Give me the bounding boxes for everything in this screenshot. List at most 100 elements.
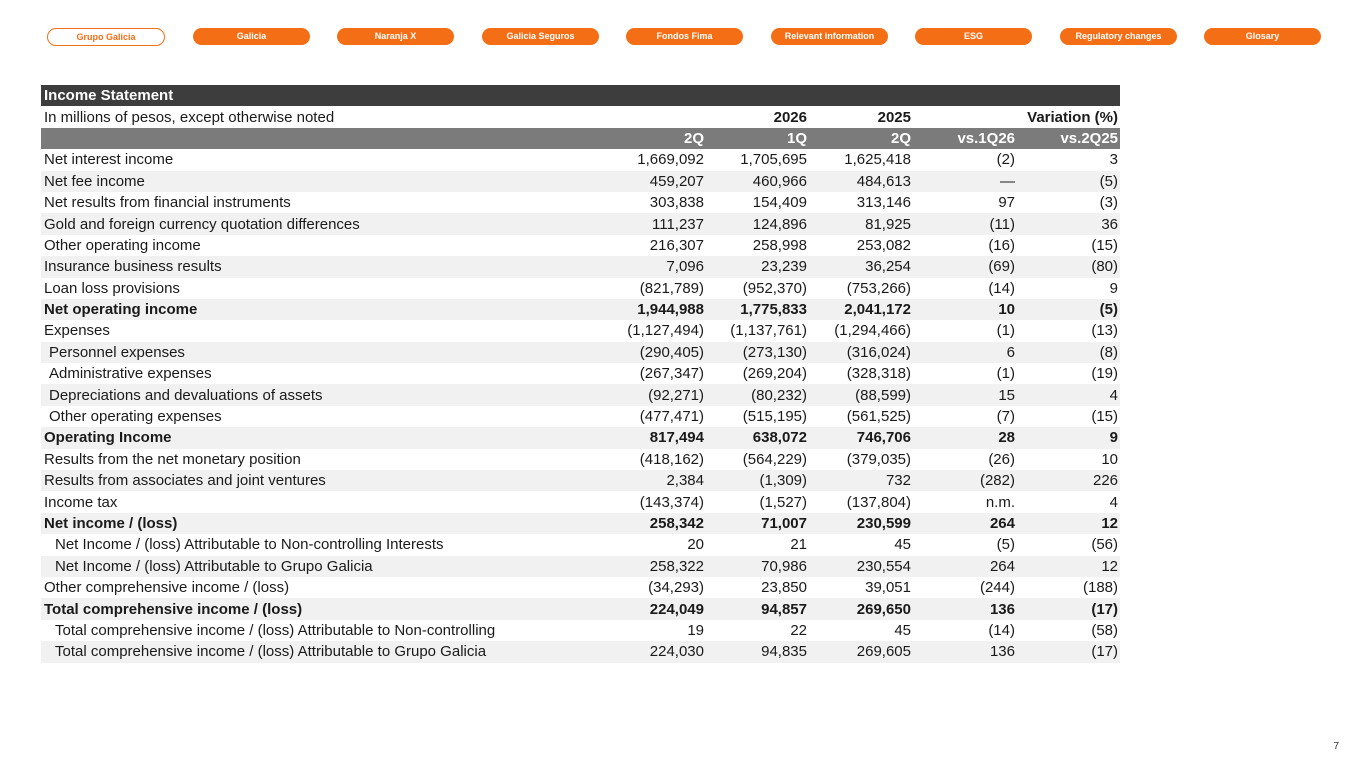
row-value: 1,705,695 [740,151,807,169]
row-value: (1,137,761) [730,322,807,340]
table-row: Net Income / (loss) Attributable to Non-… [41,534,1120,555]
table-row: Net fee income 459,207 460,966 484,613— (5) [41,170,1121,192]
row-value: 111,237 [602,213,706,235]
table-row: Personnel expenses (290,405) (273,130) (316… [41,341,1121,364]
row-value: (821,789) [639,279,704,297]
row-value: (56) [1091,536,1119,554]
row-value: (753,266) [846,279,911,297]
nav-tab-naranja-x[interactable]: Naranja X [337,28,454,45]
row-label: Other comprehensive income / (loss) [44,579,290,597]
row-value: 9 [1109,279,1119,297]
row-value: 124,896 [706,213,809,235]
row-label: Gold and foreign currency quotation diff… [41,213,602,235]
row-label: Total comprehensive income / (loss) Attr… [55,621,496,639]
row-value: 460,966 [706,170,809,192]
table-row: Net results from financial instruments 30… [41,192,1120,213]
row-value: 230,599 [809,512,913,535]
row-value: (16) [988,236,1015,254]
row-value: (58) [1091,621,1119,639]
table-row: Results from the net monetary position (4… [41,449,1120,470]
row-value: (88,599) [809,384,913,406]
row-value: 71,007 [706,512,809,535]
nav-tab-regulatory-changes[interactable]: Regulatory changes [1060,28,1177,45]
row-value: 21 [790,536,807,554]
row-value: 4 [1109,493,1119,511]
column-header: vs.2Q25 [1017,127,1121,150]
row-label: Net income / (loss) [41,512,602,535]
table-row: Other comprehensive income / (loss) (34,2… [41,577,1120,598]
row-value: 269,605 [809,641,913,663]
row-value: 313,146 [856,194,911,212]
row-value: 36 [1017,213,1121,235]
table-row: Net interest income 1,669,092 1,705,695 1,6… [41,149,1120,170]
row-value: (267,347) [639,365,704,383]
row-value: (1,127,494) [627,322,704,340]
row-value: (14) [988,621,1015,639]
row-value: (80) [1017,256,1121,278]
table-row: Total comprehensive income / (loss) Attr… [41,641,1121,663]
row-value: (379,035) [846,450,911,468]
row-value: (80,232) [706,384,809,406]
row-value: (328,318) [846,365,911,383]
row-value: 45 [894,536,911,554]
row-value: 154,409 [752,194,807,212]
row-label: Expenses [44,322,110,340]
row-value: 459,207 [602,170,706,192]
table-row: Administrative expenses (267,347) (269,204… [41,363,1120,384]
row-value: 303,838 [649,194,704,212]
row-value: 28 [913,427,1017,449]
row-value: 226 [1017,470,1121,492]
row-value: (269,204) [742,365,807,383]
row-value: 94,857 [706,598,809,620]
nav-tab-galicia[interactable]: Galicia [193,28,310,45]
table-row: Gold and foreign currency quotation diff… [41,213,1121,235]
row-value: (5) [1017,170,1121,192]
row-label: Net operating income [41,298,602,321]
nav-tab-esg[interactable]: ESG [915,28,1032,45]
row-value: (17) [1017,641,1121,663]
row-label: Administrative expenses [49,365,212,383]
row-value: 230,554 [809,555,913,577]
row-value: 2,384 [602,470,706,492]
row-label: Loan loss provisions [44,279,180,297]
row-label: Net Income / (loss) Attributable to Grup… [41,555,602,577]
table-row: Net operating income 1,944,988 1,775,833 2,… [41,298,1121,321]
row-value: (3) [1099,194,1119,212]
row-value: (17) [1017,598,1121,620]
row-value: 817,494 [602,427,706,449]
row-value: (2) [996,151,1015,169]
table-subtitle-row: In millions of pesos, except otherwise n… [41,106,1121,128]
table-row: Expenses (1,127,494) (1,137,761) (1,294,466… [41,320,1120,341]
table-row: Net Income / (loss) Attributable to Grup… [41,555,1121,577]
row-value: 23,850 [761,579,807,597]
row-value: 7,096 [602,256,706,278]
variation-header: Variation (%) [913,106,1121,128]
row-value: (282) [913,470,1017,492]
nav-tab-relevant-information[interactable]: Relevant information [771,28,888,45]
row-value: (34,293) [648,579,704,597]
row-value: 23,239 [706,256,809,278]
table-row: Other operating income 216,307 258,998 253,… [41,235,1120,256]
row-value: (290,405) [602,341,706,364]
row-value: 136 [913,641,1017,663]
row-value: 22 [790,621,807,639]
row-value: (1) [996,365,1015,383]
table-title-row: Income Statement [41,85,1121,107]
nav-tab-glosary[interactable]: Glosary [1204,28,1321,45]
row-value: (14) [988,279,1015,297]
nav-tab-grupo-galicia[interactable]: Grupo Galicia [47,28,165,46]
row-label: Results from the net monetary position [44,450,301,468]
row-value: (19) [1091,365,1119,383]
row-value: 12 [1017,512,1121,535]
nav-tab-fondos-fima[interactable]: Fondos Fima [626,28,743,45]
table-row: Insurance business results 7,096 23,239 36,… [41,256,1121,278]
table-row: Depreciations and devaluations of assets… [41,384,1121,406]
row-label: Insurance business results [41,256,602,278]
nav-tab-galicia-seguros[interactable]: Galicia Seguros [482,28,599,45]
row-value: 15 [913,384,1017,406]
row-value: (137,804) [846,493,911,511]
row-label: Income tax [44,493,118,511]
row-value: — [913,170,1017,192]
row-value: (11) [913,213,1017,235]
row-value: 20 [687,536,704,554]
